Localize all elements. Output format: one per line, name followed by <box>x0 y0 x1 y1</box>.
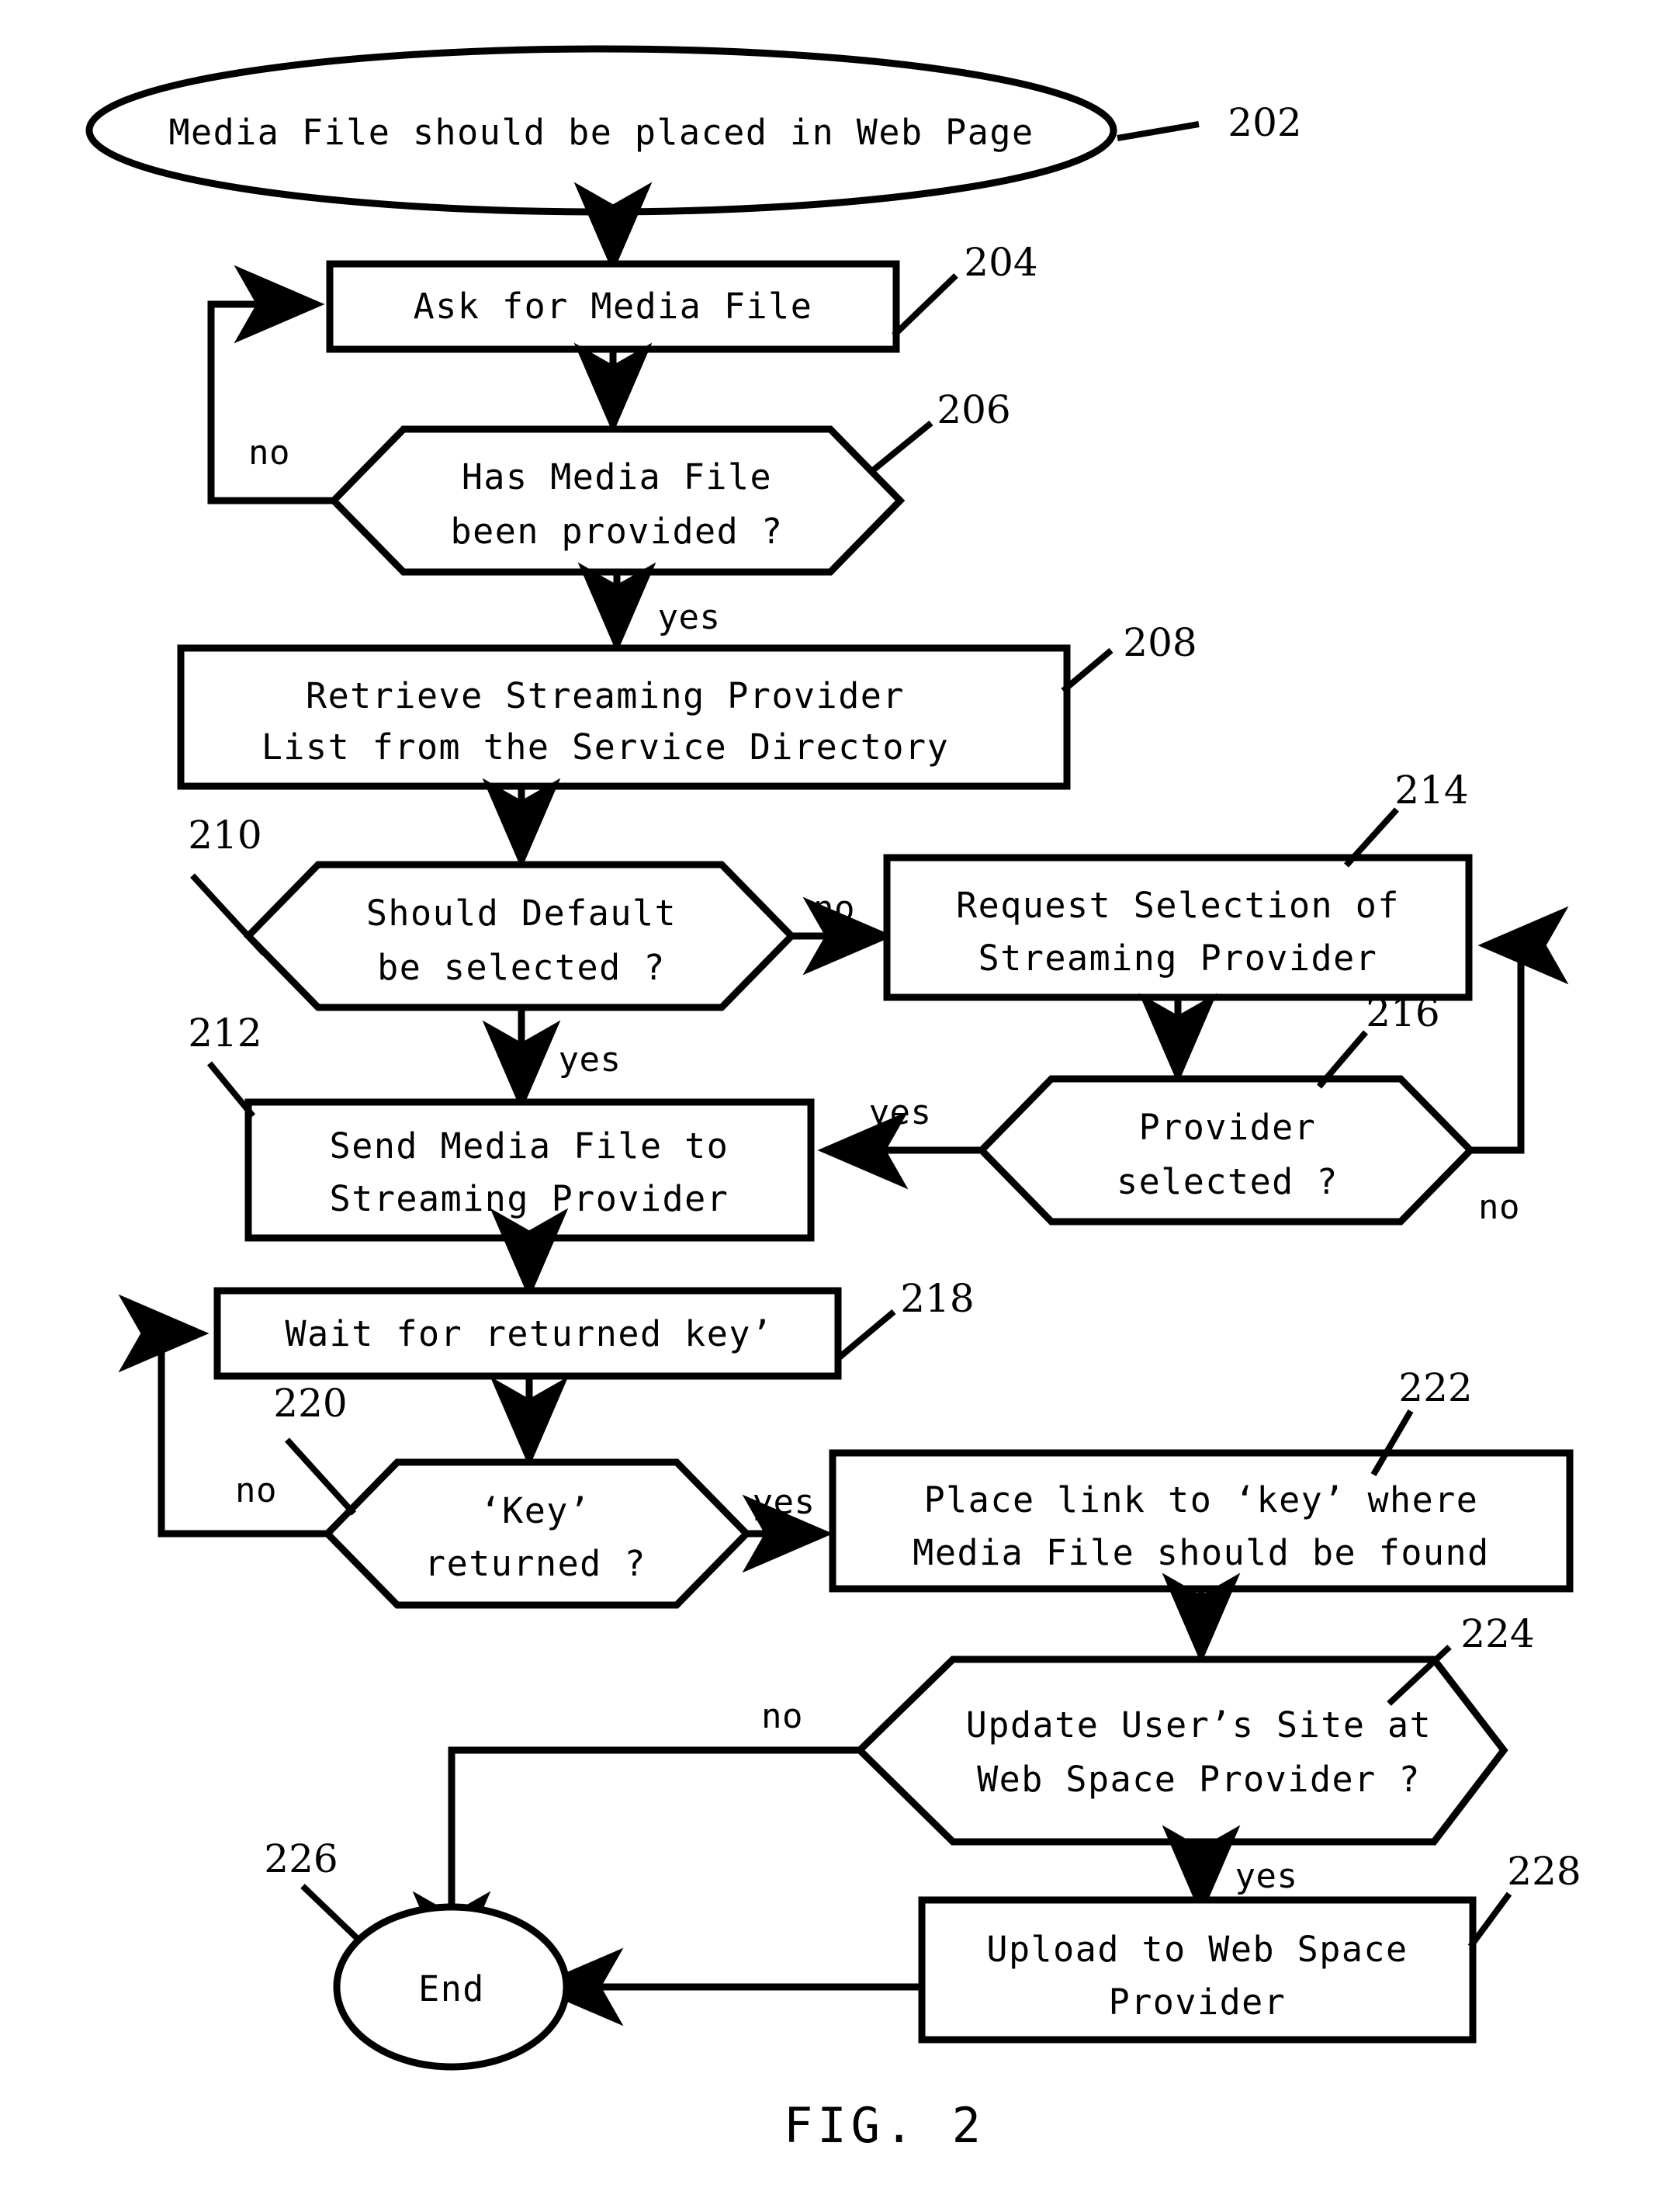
ref-number-220: 220 <box>273 1381 347 1426</box>
leader-line-204 <box>892 273 958 338</box>
process-upload-web-space-line1: Upload to Web Space <box>986 1929 1408 1970</box>
ref-number-222: 222 <box>1398 1365 1472 1410</box>
process-retrieve-provider-list-line2: List from the Service Directory <box>261 726 949 768</box>
leader-line-220 <box>285 1437 356 1516</box>
ref-number-216: 216 <box>1366 990 1439 1035</box>
decision-has-media-file-line2: been provided ? <box>451 511 784 552</box>
leader-line-202 <box>1117 121 1200 141</box>
patent-figure-2: Media File should be placed in Web Page … <box>0 0 1659 2212</box>
ref-number-226: 226 <box>264 1836 338 1881</box>
edge-label-has-media-yes: yes <box>658 598 721 637</box>
process-request-selection-line1: Request Selection of <box>956 885 1400 926</box>
decision-has-media-file-line1: Has Media File <box>462 456 772 498</box>
process-upload-web-space-line2: Provider <box>1109 1981 1287 2023</box>
decision-should-default-line1: Should Default <box>366 893 677 934</box>
decision-should-default-line2: be selected ? <box>377 947 666 988</box>
leader-line-226 <box>300 1884 362 1943</box>
ref-number-214: 214 <box>1394 768 1468 813</box>
edge-label-update-site-yes: yes <box>1235 1857 1298 1896</box>
process-ask-media-file-label: Ask for Media File <box>414 286 813 327</box>
start-terminator-label: Media File should be placed in Web Page <box>168 112 1034 153</box>
ref-number-228: 228 <box>1507 1849 1581 1894</box>
ref-number-208: 208 <box>1123 620 1197 665</box>
ref-number-206: 206 <box>937 387 1010 432</box>
ref-number-224: 224 <box>1460 1611 1534 1656</box>
decision-key-returned-line2: returned ? <box>424 1543 646 1584</box>
leader-line-206 <box>867 420 933 477</box>
process-send-media-file-line2: Streaming Provider <box>330 1178 729 1219</box>
leader-line-210 <box>190 873 266 955</box>
ref-number-212: 212 <box>188 1011 261 1056</box>
end-terminator-label: End <box>418 1968 485 2009</box>
ref-number-202: 202 <box>1228 100 1301 145</box>
ref-number-204: 204 <box>964 240 1037 285</box>
edge-label-provider-selected-no: no <box>1478 1187 1520 1227</box>
decision-update-site-line1: Update User’s Site at <box>966 1704 1432 1746</box>
edge-label-key-returned-yes: yes <box>753 1482 816 1522</box>
edge-label-should-default-no: no <box>813 889 855 928</box>
edge-label-has-media-no: no <box>248 433 290 473</box>
edge-label-key-returned-no: no <box>235 1471 277 1510</box>
ref-number-218: 218 <box>900 1276 974 1321</box>
process-wait-for-key-label: Wait for returned key’ <box>285 1313 773 1354</box>
edge-provider-selected-no-loop <box>1470 906 1569 1154</box>
edge-label-should-default-yes: yes <box>559 1040 622 1080</box>
process-request-selection-line2: Streaming Provider <box>978 938 1378 979</box>
process-place-link-line1: Place link to ‘key’ where <box>924 1479 1479 1520</box>
decision-provider-selected-line2: selected ? <box>1117 1161 1339 1202</box>
decision-provider-selected-line1: Provider <box>1139 1107 1317 1148</box>
decision-update-site-line2: Web Space Provider ? <box>977 1759 1421 1800</box>
decision-key-returned-line1: ‘Key’ <box>480 1490 591 1531</box>
leader-line-212 <box>206 1061 256 1118</box>
ref-number-210: 210 <box>188 813 261 858</box>
leader-line-218 <box>834 1309 896 1363</box>
flowchart-canvas: Media File should be placed in Web Page … <box>85 45 1581 2154</box>
edge-label-provider-selected-yes: yes <box>869 1093 932 1132</box>
process-send-media-file-line1: Send Media File to <box>330 1125 729 1167</box>
figure-caption: FIG. 2 <box>784 2097 985 2154</box>
process-place-link-line2: Media File should be found <box>913 1532 1489 1573</box>
edge-label-update-site-no: no <box>761 1697 803 1736</box>
process-retrieve-provider-list-line1: Retrieve Streaming Provider <box>306 675 905 716</box>
